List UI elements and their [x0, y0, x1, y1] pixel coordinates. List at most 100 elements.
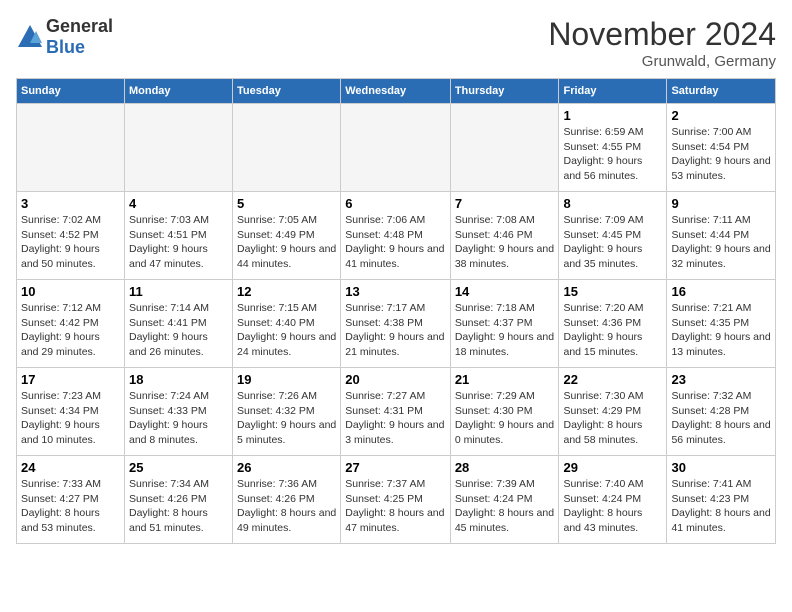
logo-icon	[16, 23, 44, 51]
day-info: Sunrise: 7:40 AMSunset: 4:24 PMDaylight:…	[563, 477, 662, 536]
title-block: November 2024 Grunwald, Germany	[548, 16, 776, 70]
day-cell: 28Sunrise: 7:39 AMSunset: 4:24 PMDayligh…	[450, 456, 559, 544]
day-info: Sunrise: 7:06 AMSunset: 4:48 PMDaylight:…	[345, 213, 446, 272]
day-number: 20	[345, 372, 446, 387]
column-header-sunday: Sunday	[17, 79, 125, 104]
day-number: 6	[345, 196, 446, 211]
day-cell: 2 Sunrise: 7:00 AMSunset: 4:54 PMDaylight…	[667, 104, 776, 192]
day-cell: 30Sunrise: 7:41 AMSunset: 4:23 PMDayligh…	[667, 456, 776, 544]
logo: General Blue	[16, 16, 113, 58]
day-cell: 21 Sunrise: 7:29 AMSunset: 4:30 PMDayligh…	[450, 368, 559, 456]
day-info: Sunrise: 7:36 AMSunset: 4:26 PMDaylight:…	[237, 477, 336, 536]
day-info: Sunrise: 7:11 AMSunset: 4:44 PMDaylight:…	[671, 213, 771, 272]
day-number: 27	[345, 460, 446, 475]
day-cell: 4Sunrise: 7:03 AMSunset: 4:51 PMDaylight…	[124, 192, 232, 280]
day-info: Sunrise: 7:34 AMSunset: 4:26 PMDaylight:…	[129, 477, 228, 536]
day-number: 10	[21, 284, 120, 299]
day-info: Sunrise: 7:37 AMSunset: 4:25 PMDaylight:…	[345, 477, 446, 536]
day-number: 2	[671, 108, 771, 123]
logo-text-general: General	[46, 16, 113, 36]
week-row-4: 17 Sunrise: 7:23 AMSunset: 4:34 PMDayligh…	[17, 368, 776, 456]
week-row-3: 10 Sunrise: 7:12 AMSunset: 4:42 PMDayligh…	[17, 280, 776, 368]
day-cell: 12 Sunrise: 7:15 AMSunset: 4:40 PMDayligh…	[233, 280, 341, 368]
day-number: 11	[129, 284, 228, 299]
day-cell: 17 Sunrise: 7:23 AMSunset: 4:34 PMDayligh…	[17, 368, 125, 456]
day-info: Sunrise: 7:30 AMSunset: 4:29 PMDaylight:…	[563, 389, 662, 448]
day-cell: 29 Sunrise: 7:40 AMSunset: 4:24 PMDayligh…	[559, 456, 667, 544]
day-number: 1	[563, 108, 662, 123]
location: Grunwald, Germany	[548, 53, 776, 70]
day-cell: 26 Sunrise: 7:36 AMSunset: 4:26 PMDayligh…	[233, 456, 341, 544]
day-cell: 22 Sunrise: 7:30 AMSunset: 4:29 PMDayligh…	[559, 368, 667, 456]
day-info: Sunrise: 7:08 AMSunset: 4:46 PMDaylight:…	[455, 213, 555, 272]
day-number: 12	[237, 284, 336, 299]
day-number: 28	[455, 460, 555, 475]
column-header-saturday: Saturday	[667, 79, 776, 104]
day-info: Sunrise: 7:14 AMSunset: 4:41 PMDaylight:…	[129, 301, 228, 360]
day-number: 19	[237, 372, 336, 387]
day-cell	[450, 104, 559, 192]
day-info: Sunrise: 7:00 AMSunset: 4:54 PMDaylight:…	[671, 125, 771, 184]
day-info: Sunrise: 7:02 AMSunset: 4:52 PMDaylight:…	[21, 213, 120, 272]
day-info: Sunrise: 7:27 AMSunset: 4:31 PMDaylight:…	[345, 389, 446, 448]
column-header-thursday: Thursday	[450, 79, 559, 104]
column-header-tuesday: Tuesday	[233, 79, 341, 104]
day-cell: 8 Sunrise: 7:09 AMSunset: 4:45 PMDaylight…	[559, 192, 667, 280]
day-info: Sunrise: 7:05 AMSunset: 4:49 PMDaylight:…	[237, 213, 336, 272]
page-header: General Blue November 2024 Grunwald, Ger…	[16, 16, 776, 70]
day-info: Sunrise: 7:18 AMSunset: 4:37 PMDaylight:…	[455, 301, 555, 360]
day-cell	[233, 104, 341, 192]
day-cell: 11 Sunrise: 7:14 AMSunset: 4:41 PMDayligh…	[124, 280, 232, 368]
day-number: 22	[563, 372, 662, 387]
day-number: 17	[21, 372, 120, 387]
day-cell: 25 Sunrise: 7:34 AMSunset: 4:26 PMDayligh…	[124, 456, 232, 544]
day-number: 25	[129, 460, 228, 475]
day-info: Sunrise: 7:20 AMSunset: 4:36 PMDaylight:…	[563, 301, 662, 360]
week-row-5: 24 Sunrise: 7:33 AMSunset: 4:27 PMDayligh…	[17, 456, 776, 544]
week-row-1: 1 Sunrise: 6:59 AMSunset: 4:55 PMDaylight…	[17, 104, 776, 192]
day-cell	[124, 104, 232, 192]
month-title: November 2024	[548, 16, 776, 53]
day-cell: 15 Sunrise: 7:20 AMSunset: 4:36 PMDayligh…	[559, 280, 667, 368]
day-number: 21	[455, 372, 555, 387]
day-number: 13	[345, 284, 446, 299]
day-info: Sunrise: 7:41 AMSunset: 4:23 PMDaylight:…	[671, 477, 771, 536]
column-header-monday: Monday	[124, 79, 232, 104]
calendar: SundayMondayTuesdayWednesdayThursdayFrid…	[16, 78, 776, 544]
day-cell	[17, 104, 125, 192]
day-cell: 14 Sunrise: 7:18 AMSunset: 4:37 PMDayligh…	[450, 280, 559, 368]
day-cell: 13 Sunrise: 7:17 AMSunset: 4:38 PMDayligh…	[341, 280, 451, 368]
day-cell: 24 Sunrise: 7:33 AMSunset: 4:27 PMDayligh…	[17, 456, 125, 544]
day-cell	[341, 104, 451, 192]
day-number: 29	[563, 460, 662, 475]
day-info: Sunrise: 7:21 AMSunset: 4:35 PMDaylight:…	[671, 301, 771, 360]
day-number: 15	[563, 284, 662, 299]
day-info: Sunrise: 7:23 AMSunset: 4:34 PMDaylight:…	[21, 389, 120, 448]
column-header-wednesday: Wednesday	[341, 79, 451, 104]
day-number: 5	[237, 196, 336, 211]
day-info: Sunrise: 6:59 AMSunset: 4:55 PMDaylight:…	[563, 125, 662, 184]
day-number: 26	[237, 460, 336, 475]
day-number: 14	[455, 284, 555, 299]
calendar-header-row: SundayMondayTuesdayWednesdayThursdayFrid…	[17, 79, 776, 104]
day-info: Sunrise: 7:29 AMSunset: 4:30 PMDaylight:…	[455, 389, 555, 448]
day-info: Sunrise: 7:24 AMSunset: 4:33 PMDaylight:…	[129, 389, 228, 448]
day-info: Sunrise: 7:12 AMSunset: 4:42 PMDaylight:…	[21, 301, 120, 360]
day-number: 8	[563, 196, 662, 211]
day-cell: 20 Sunrise: 7:27 AMSunset: 4:31 PMDayligh…	[341, 368, 451, 456]
day-number: 9	[671, 196, 771, 211]
day-info: Sunrise: 7:26 AMSunset: 4:32 PMDaylight:…	[237, 389, 336, 448]
day-cell: 27 Sunrise: 7:37 AMSunset: 4:25 PMDayligh…	[341, 456, 451, 544]
day-info: Sunrise: 7:17 AMSunset: 4:38 PMDaylight:…	[345, 301, 446, 360]
day-cell: 1 Sunrise: 6:59 AMSunset: 4:55 PMDaylight…	[559, 104, 667, 192]
day-number: 18	[129, 372, 228, 387]
day-cell: 7Sunrise: 7:08 AMSunset: 4:46 PMDaylight…	[450, 192, 559, 280]
day-info: Sunrise: 7:09 AMSunset: 4:45 PMDaylight:…	[563, 213, 662, 272]
day-info: Sunrise: 7:32 AMSunset: 4:28 PMDaylight:…	[671, 389, 771, 448]
day-cell: 3 Sunrise: 7:02 AMSunset: 4:52 PMDaylight…	[17, 192, 125, 280]
day-info: Sunrise: 7:15 AMSunset: 4:40 PMDaylight:…	[237, 301, 336, 360]
day-info: Sunrise: 7:33 AMSunset: 4:27 PMDaylight:…	[21, 477, 120, 536]
day-number: 3	[21, 196, 120, 211]
day-cell: 16Sunrise: 7:21 AMSunset: 4:35 PMDayligh…	[667, 280, 776, 368]
day-number: 24	[21, 460, 120, 475]
